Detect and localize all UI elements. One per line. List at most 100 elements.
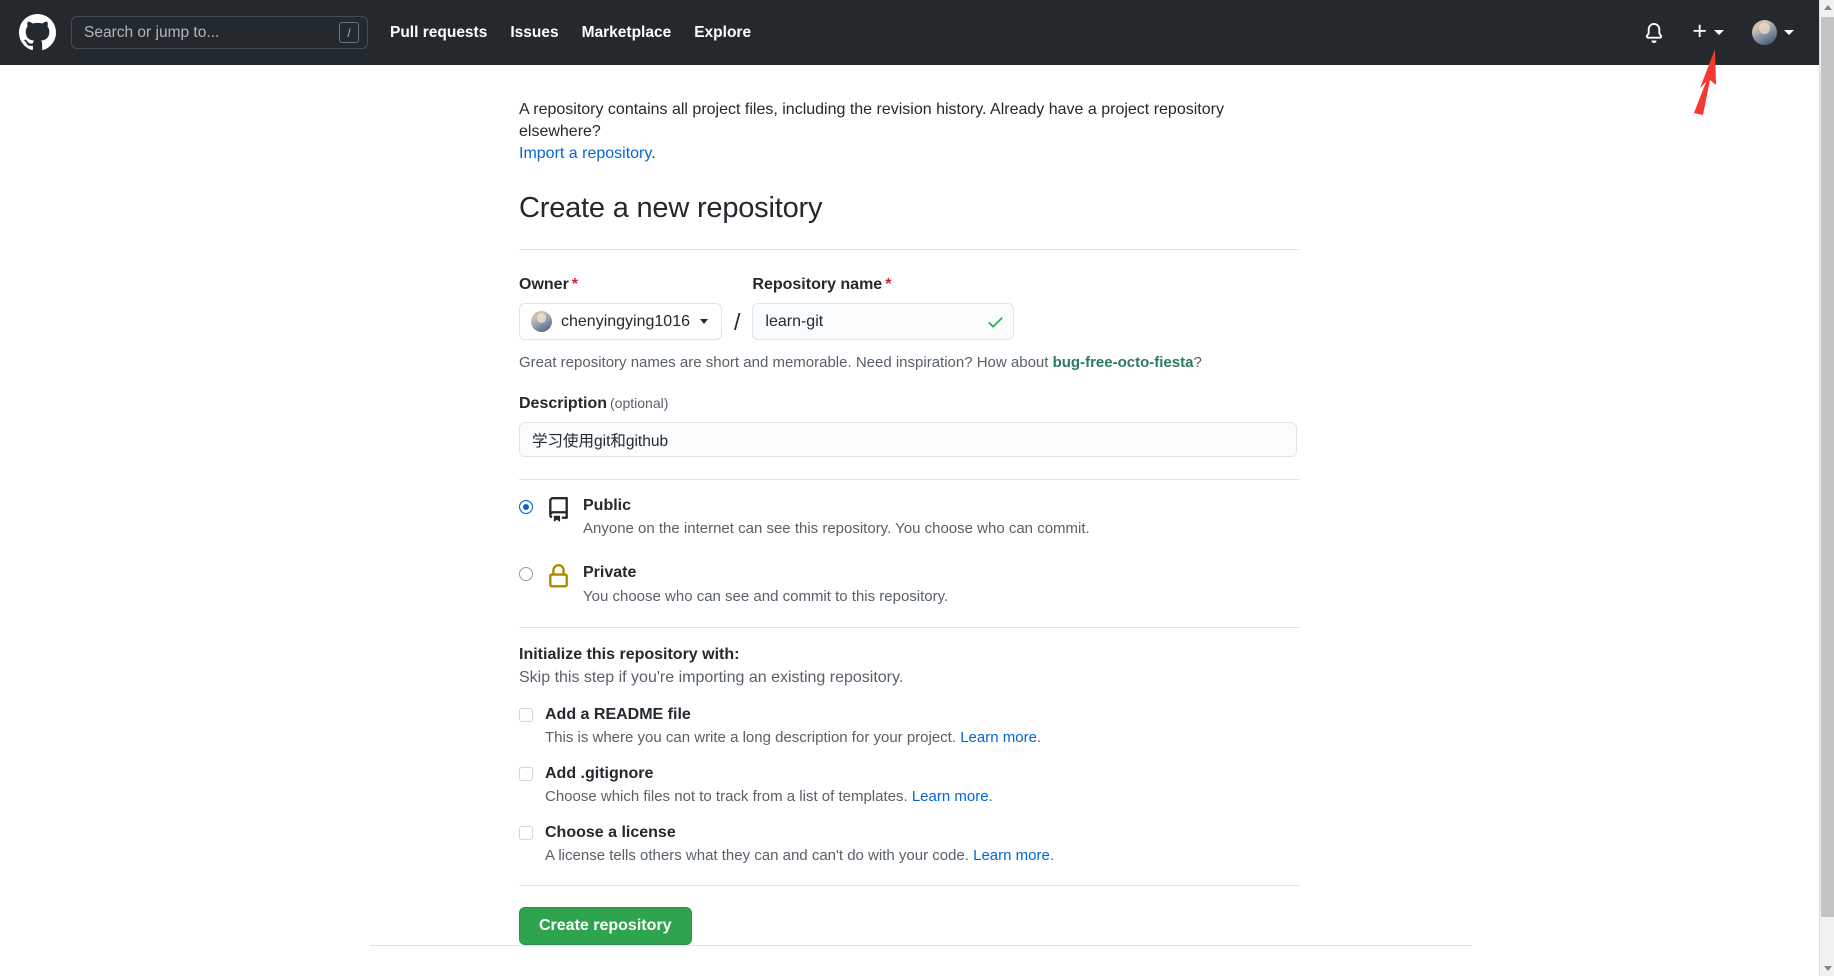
description-label-row: Description (optional) (519, 395, 1300, 413)
checkbox-choose-license[interactable] (519, 825, 533, 840)
scrollbar-thumb[interactable] (1821, 17, 1834, 917)
owner-label: Owner * (519, 276, 722, 294)
visibility-public-text: Public Anyone on the internet can see th… (583, 496, 1090, 537)
repo-name-suggestion[interactable]: bug-free-octo-fiesta (1053, 354, 1194, 371)
visibility-public-description: Anyone on the internet can see this repo… (583, 520, 1090, 538)
repo-name-hint: Great repository names are short and mem… (519, 354, 1300, 371)
new-repository-form: A repository contains all project files,… (519, 99, 1300, 945)
gitignore-checkbox-row[interactable]: Add .gitignore (519, 765, 1300, 783)
checkbox-add-gitignore[interactable] (519, 766, 533, 781)
owner-name-separator: / (734, 309, 741, 336)
gitignore-description: Choose which files not to track from a l… (545, 788, 1300, 805)
divider-above-initialize (519, 626, 1300, 628)
visibility-private-text: Private You choose who can see and commi… (583, 563, 948, 604)
readme-description-text: This is where you can write a long descr… (545, 728, 961, 746)
nav-marketplace[interactable]: Marketplace (582, 24, 672, 42)
repo-name-hint-prefix: Great repository names are short and mem… (519, 354, 1053, 372)
chevron-down-icon (1714, 30, 1724, 35)
search-input[interactable]: Search or jump to... / (71, 16, 368, 49)
header-right-cluster: + (1644, 17, 1800, 45)
import-repository-link[interactable]: Import a repository (519, 145, 651, 162)
description-optional-note: (optional) (610, 395, 669, 412)
scroll-down-arrow-icon[interactable] (1820, 961, 1834, 976)
visibility-public-title: Public (583, 497, 632, 515)
initialize-option-license: Choose a license A license tells others … (519, 824, 1300, 864)
owner-and-name-row: Owner * chenyingying1016 / Repository nam… (519, 276, 1300, 341)
avatar (1752, 20, 1777, 45)
owner-avatar (531, 311, 552, 333)
initialize-section: Initialize this repository with: Skip th… (519, 646, 1300, 864)
gitignore-learn-more-link[interactable]: Learn more (912, 788, 989, 805)
license-description-text: A license tells others what they can and… (545, 846, 974, 864)
visibility-option-private[interactable]: Private You choose who can see and commi… (519, 563, 1300, 605)
license-description-suffix: . (1049, 846, 1054, 864)
initialize-option-readme: Add a README file This is where you can … (519, 706, 1300, 746)
chevron-down-icon (1784, 30, 1794, 35)
description-label: Description (519, 395, 608, 413)
gitignore-description-suffix: . (988, 787, 993, 805)
license-learn-more-link[interactable]: Learn more (973, 847, 1050, 864)
readme-checkbox-row[interactable]: Add a README file (519, 706, 1300, 724)
create-repository-button[interactable]: Create repository (519, 906, 692, 945)
description-field-group: Description (optional) (519, 395, 1300, 458)
divider-above-submit (519, 884, 1300, 886)
account-menu-button[interactable] (1752, 20, 1794, 45)
gitignore-description-text: Choose which files not to track from a l… (545, 787, 912, 805)
readme-description-suffix: . (1036, 728, 1042, 746)
repo-name-hint-suffix: ? (1193, 354, 1202, 372)
page-title: Create a new repository (519, 192, 823, 224)
intro-period: . (651, 145, 656, 162)
repo-intro-text: A repository contains all project files,… (519, 99, 1300, 165)
global-header: Search or jump to... / Pull requests Iss… (0, 0, 1819, 65)
bell-icon[interactable] (1644, 22, 1664, 44)
repo-name-required-mark: * (885, 276, 892, 294)
initialize-subtitle: Skip this step if you're importing an ex… (519, 668, 904, 686)
lock-icon (546, 564, 573, 589)
plus-icon: + (1692, 17, 1707, 45)
initialize-title: Initialize this repository with: (519, 645, 740, 663)
nav-explore[interactable]: Explore (694, 24, 751, 42)
visibility-options: Public Anyone on the internet can see th… (519, 496, 1300, 605)
readme-learn-more-link[interactable]: Learn more (960, 729, 1037, 746)
license-label: Choose a license (545, 823, 676, 841)
repo-name-label-text: Repository name (752, 276, 883, 294)
owner-select[interactable]: chenyingying1016 (519, 303, 722, 341)
repo-name-field-group: Repository name * (752, 276, 1015, 341)
divider-under-title (519, 249, 1300, 251)
initialize-option-gitignore: Add .gitignore Choose which files not to… (519, 765, 1300, 805)
create-new-plus-button[interactable]: + (1692, 17, 1724, 45)
description-input[interactable] (519, 422, 1297, 458)
repo-name-label: Repository name * (752, 276, 1014, 294)
divider-above-visibility (519, 479, 1300, 481)
license-checkbox-row[interactable]: Choose a license (519, 824, 1300, 842)
nav-issues[interactable]: Issues (510, 24, 558, 42)
readme-description: This is where you can write a long descr… (545, 729, 1300, 746)
visibility-option-public[interactable]: Public Anyone on the internet can see th… (519, 496, 1300, 537)
repo-book-icon (546, 497, 573, 522)
page-body: A repository contains all project files,… (0, 65, 1819, 976)
license-description: A license tells others what they can and… (545, 847, 1300, 864)
readme-label: Add a README file (545, 705, 691, 723)
radio-private[interactable] (519, 567, 533, 582)
repo-name-input[interactable] (752, 303, 1015, 341)
checkbox-add-readme[interactable] (519, 707, 533, 722)
vertical-scrollbar[interactable] (1819, 0, 1834, 976)
scroll-up-arrow-icon[interactable] (1820, 0, 1834, 15)
search-placeholder-text: Search or jump to... (84, 24, 220, 41)
github-logo-icon[interactable] (19, 14, 56, 51)
chevron-down-icon (700, 319, 708, 325)
intro-sentence: A repository contains all project files,… (519, 101, 1224, 140)
owner-selected-value: chenyingying1016 (561, 312, 690, 330)
primary-nav: Pull requests Issues Marketplace Explore (390, 24, 751, 42)
gitignore-label: Add .gitignore (545, 764, 654, 782)
owner-field-group: Owner * chenyingying1016 (519, 276, 722, 341)
repo-name-input-wrap (752, 303, 1015, 341)
radio-public[interactable] (519, 500, 533, 515)
visibility-private-title: Private (583, 564, 637, 582)
owner-required-mark: * (571, 276, 579, 294)
page-bottom-divider (370, 945, 1472, 946)
search-shortcut-badge: / (339, 22, 359, 43)
owner-label-text: Owner (519, 276, 569, 294)
visibility-private-description: You choose who can see and commit to thi… (583, 587, 949, 605)
nav-pull-requests[interactable]: Pull requests (390, 24, 487, 42)
